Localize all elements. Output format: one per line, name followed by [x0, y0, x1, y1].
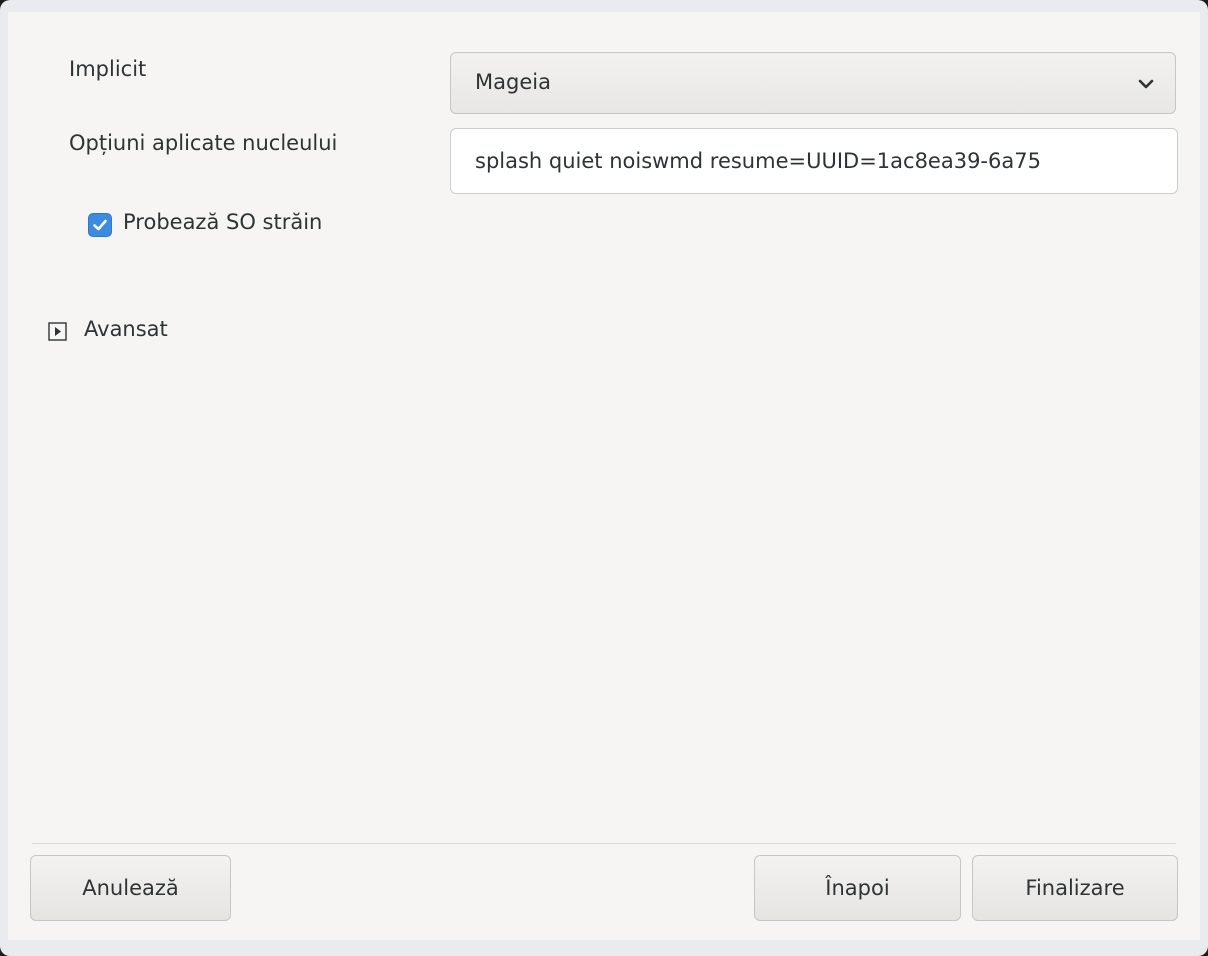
cancel-button[interactable]: Anulează [30, 855, 231, 921]
back-button[interactable]: Înapoi [754, 855, 961, 921]
checkmark-icon [93, 219, 107, 231]
chevron-down-icon [1138, 79, 1154, 89]
triangle-right-icon [48, 322, 67, 341]
advanced-expander-label: Avansat [84, 317, 168, 341]
default-entry-label: Implicit [69, 57, 147, 81]
finish-button[interactable]: Finalizare [972, 855, 1178, 921]
kernel-options-input[interactable] [451, 129, 1177, 193]
checkbox-checked-box[interactable] [88, 213, 112, 237]
kernel-options-label: Opțiuni aplicate nucleului [69, 131, 338, 155]
default-entry-combobox[interactable]: Mageia [450, 52, 1176, 114]
dialog-window: Implicit Mageia Opțiuni aplicate nucleul… [0, 0, 1208, 956]
default-entry-value: Mageia [475, 70, 551, 94]
button-area-separator [32, 843, 1176, 844]
kernel-options-field-frame [450, 128, 1178, 194]
dialog-content: Implicit Mageia Opțiuni aplicate nucleul… [8, 12, 1200, 940]
probe-foreign-os-label: Probează SO străin [123, 210, 323, 234]
